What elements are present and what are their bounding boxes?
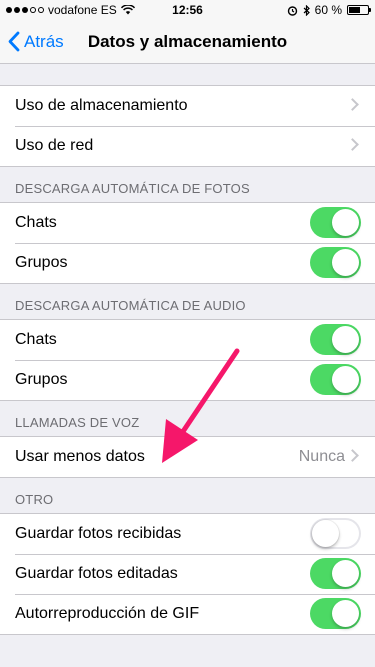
- alarm-icon: [287, 5, 297, 16]
- bluetooth-icon: [303, 4, 310, 16]
- voice-section-header: LLAMADAS DE VOZ: [15, 415, 140, 430]
- storage-group: Uso de almacenamiento Uso de red: [0, 85, 375, 167]
- other-section-header: OTRO: [15, 492, 54, 507]
- photos-chats-row: Chats: [0, 203, 375, 243]
- navigation-bar: Atrás Datos y almacenamiento: [0, 20, 375, 64]
- audio-groups-row: Grupos: [0, 360, 375, 400]
- row-label: Chats: [15, 214, 57, 231]
- gif-autoplay-toggle[interactable]: [310, 598, 361, 629]
- row-label: Grupos: [15, 371, 68, 388]
- gif-autoplay-row: Autorreproducción de GIF: [0, 594, 375, 634]
- row-label: Autorreproducción de GIF: [15, 605, 200, 622]
- audio-chats-row: Chats: [0, 320, 375, 360]
- photos-section-header: DESCARGA AUTOMÁTICA DE FOTOS: [15, 181, 250, 196]
- row-label: Uso de almacenamiento: [15, 97, 188, 114]
- other-group: Guardar fotos recibidas Guardar fotos ed…: [0, 513, 375, 635]
- chevron-right-icon: [346, 98, 359, 111]
- photos-groups-row: Grupos: [0, 243, 375, 283]
- battery-percent: 60 %: [314, 3, 342, 17]
- row-label: Grupos: [15, 254, 68, 271]
- page-title: Datos y almacenamiento: [87, 32, 288, 51]
- status-bar: vodafone ES 12:56 60 %: [0, 0, 375, 20]
- save-edited-photos-toggle[interactable]: [310, 558, 361, 589]
- audio-groups-toggle[interactable]: [310, 364, 361, 395]
- save-received-photos-row: Guardar fotos recibidas: [0, 514, 375, 554]
- photos-groups-toggle[interactable]: [310, 247, 361, 278]
- use-less-data-value: Nunca: [298, 448, 345, 465]
- photos-chats-toggle[interactable]: [310, 207, 361, 238]
- chevron-right-icon: [346, 138, 359, 151]
- row-label: Guardar fotos editadas: [15, 565, 178, 582]
- row-label: Uso de red: [15, 137, 94, 154]
- status-right: 60 %: [287, 3, 371, 17]
- voice-group: Usar menos datos Nunca: [0, 436, 375, 478]
- network-usage-row[interactable]: Uso de red: [0, 126, 375, 166]
- save-received-photos-toggle[interactable]: [310, 518, 361, 549]
- row-label: Chats: [15, 331, 57, 348]
- photos-group: Chats Grupos: [0, 202, 375, 284]
- row-label: Usar menos datos: [15, 448, 145, 465]
- row-label: Guardar fotos recibidas: [15, 525, 182, 542]
- battery-icon: [347, 5, 371, 15]
- chevron-right-icon: [346, 449, 359, 462]
- audio-chats-toggle[interactable]: [310, 324, 361, 355]
- use-less-data-row[interactable]: Usar menos datos Nunca: [0, 437, 375, 477]
- audio-group: Chats Grupos: [0, 319, 375, 401]
- audio-section-header: DESCARGA AUTOMÁTICA DE AUDIO: [15, 298, 246, 313]
- settings-list[interactable]: Uso de almacenamiento Uso de red DESCARG…: [0, 64, 375, 635]
- save-edited-photos-row: Guardar fotos editadas: [0, 554, 375, 594]
- storage-usage-row[interactable]: Uso de almacenamiento: [0, 86, 375, 126]
